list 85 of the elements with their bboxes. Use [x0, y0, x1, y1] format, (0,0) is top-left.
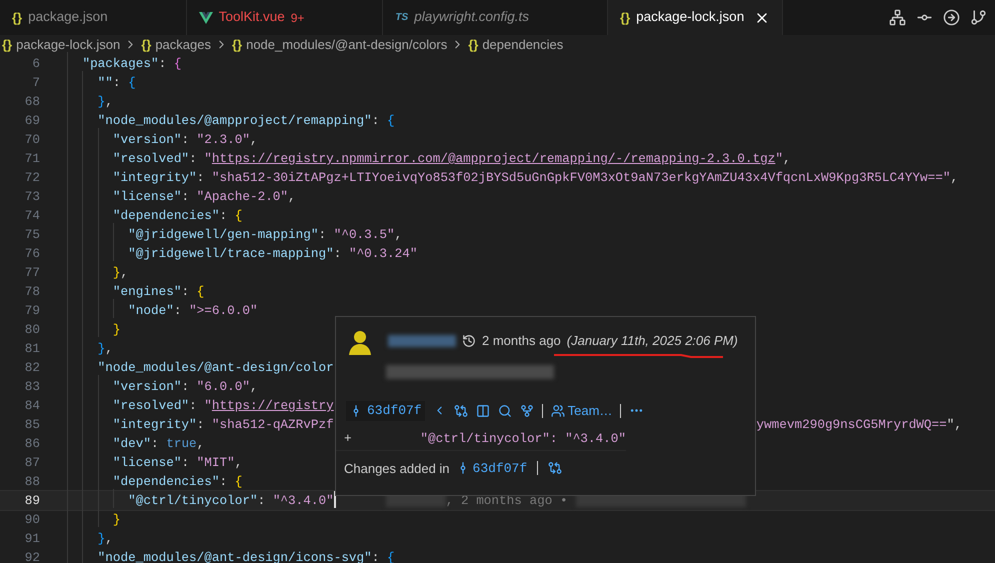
code-line: },	[52, 262, 128, 282]
braces-icon: {}	[12, 8, 22, 28]
breadcrumb-item[interactable]: dependencies	[482, 34, 564, 54]
code-line: "integrity": "sha512-30iZtAPgz+LTIYoeivqYo853f02jBYSd5uGnGpkFV0M3xOt9aN73erkgYAmZU43x4VfqcnLxW9Kpg3R5LC4YYw==",	[52, 168, 958, 188]
breadcrumb-item[interactable]: package-lock.json	[16, 34, 120, 54]
code-line: "dependencies": {	[52, 472, 242, 492]
line-number: 73	[24, 188, 40, 206]
line-number: 80	[24, 320, 40, 339]
line-number: 87	[24, 454, 40, 472]
line-number: 68	[24, 92, 40, 111]
code-line: "engines": {	[52, 282, 204, 302]
line-number: 85	[24, 416, 40, 434]
code-line: "dev": true,	[52, 434, 204, 454]
code-line: },	[52, 338, 113, 358]
vue-icon	[198, 12, 213, 24]
line-number: 91	[24, 530, 40, 548]
breadcrumb-item[interactable]: packages	[155, 34, 211, 54]
blurred-text	[388, 335, 456, 347]
line-number: 77	[24, 264, 40, 282]
code-line: "node": ">=6.0.0"	[52, 300, 258, 320]
compare-icon[interactable]	[454, 404, 468, 418]
braces-icon: {}	[141, 34, 152, 54]
breadcrumb-item[interactable]: node_modules/@ant-design/colors	[246, 34, 448, 54]
commit-link[interactable]: 63df07f	[456, 458, 528, 478]
team-link[interactable]: Team…	[550, 401, 612, 420]
diff-line: + "@ctrl/tinycolor": "^3.4.0"	[336, 428, 626, 451]
braces-icon: {}	[468, 34, 478, 54]
line-number: 7	[31, 74, 40, 92]
line-number: 92	[24, 548, 40, 563]
line-number: 71	[24, 150, 40, 168]
code-line: "resolved": "https://registry	[52, 396, 334, 416]
columns-icon[interactable]	[476, 404, 490, 418]
people-icon	[550, 404, 565, 418]
timeline-icon[interactable]	[889, 9, 906, 26]
code-line: "version": "6.0.0",	[52, 376, 258, 396]
line-number: 89	[24, 492, 40, 510]
code-line: "resolved": "https://registry.npmmirror.com/@ampproject/remapping/-/remapping-2.3.0.tgz",	[52, 148, 791, 168]
line-number: 79	[24, 302, 40, 320]
commit-link[interactable]: 63df07f	[346, 401, 425, 420]
code-line: "packages": {	[52, 54, 182, 74]
changes-label: Changes added in	[344, 460, 450, 478]
commit-date: (January 11th, 2025 2:06 PM)	[566, 332, 738, 350]
braces-icon: {}	[2, 34, 12, 54]
code-line: }	[52, 320, 121, 340]
commit-time: 2 months ago	[482, 332, 561, 350]
line-number: 72	[24, 168, 40, 187]
branch-icon[interactable]	[970, 9, 987, 26]
braces-icon: {}	[232, 34, 242, 54]
line-number: 76	[24, 244, 40, 263]
search-icon[interactable]	[498, 404, 512, 418]
code-line: "node_modules/@ampproject/remapping": {	[52, 110, 395, 130]
line-number: 78	[24, 282, 40, 301]
code-line: "@ctrl/tinycolor": "^3.4.0"	[52, 490, 334, 510]
fork-icon[interactable]	[520, 404, 534, 418]
compare-icon[interactable]	[548, 461, 562, 476]
code-line: "node_modules/@ant-design/color	[52, 358, 334, 378]
code-line: "integrity": "sha512-qAZRvPzf	[52, 414, 334, 434]
editor-tab[interactable]: {} package-lock.json	[608, 0, 784, 35]
line-number: 81	[24, 340, 40, 358]
code-line: },	[52, 528, 113, 548]
line-number: 70	[24, 130, 40, 149]
line-number: 86	[24, 434, 40, 453]
code-line: "": {	[52, 72, 136, 92]
code-line: ywmevm290g9nsCG5MryrdWQ==",	[756, 416, 962, 434]
code-line: }	[52, 510, 121, 530]
line-number: 69	[24, 112, 40, 130]
code-line: "version": "2.3.0",	[52, 130, 258, 150]
editor-tab[interactable]: ToolKit.vue 9+	[186, 0, 384, 35]
history-icon	[462, 334, 476, 348]
code-line: "license": "MIT",	[52, 452, 242, 472]
line-number: 84	[24, 396, 40, 415]
line-number: 75	[24, 226, 40, 244]
braces-icon: {}	[620, 8, 630, 28]
line-number: 82	[24, 358, 40, 377]
typescript-icon: TS	[395, 10, 408, 25]
code-line: "@jridgewell/trace-mapping": "^0.3.24"	[52, 244, 418, 264]
line-number: 88	[24, 472, 40, 491]
code-line: "@jridgewell/gen-mapping": "^0.3.5",	[52, 224, 402, 244]
code-line: },	[52, 92, 113, 112]
line-number: 6	[31, 54, 40, 73]
code-line: "license": "Apache-2.0",	[52, 186, 296, 206]
line-number: 90	[24, 510, 40, 529]
line-number: 74	[24, 206, 40, 225]
code-line: "dependencies": {	[52, 206, 242, 226]
line-number: 83	[24, 378, 40, 396]
